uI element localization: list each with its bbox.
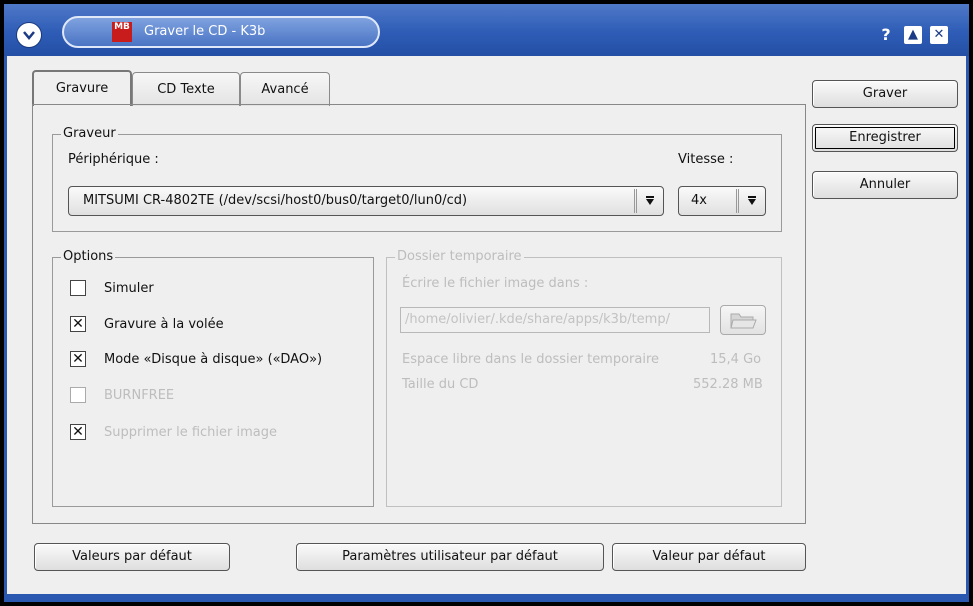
cd-size-label: Taille du CD <box>402 377 479 392</box>
temp-path-input: /home/olivier/.kde/share/apps/k3b/temp/ <box>400 307 710 333</box>
cd-size-value: 552.28 MB <box>693 377 763 392</box>
device-select[interactable]: MITSUMI CR-4802TE (/dev/scsi/host0/bus0/… <box>68 186 664 216</box>
window-menu-button[interactable] <box>16 22 42 48</box>
save-button[interactable]: Enregistrer <box>812 124 958 152</box>
shade-icon[interactable]: ▲ <box>904 26 922 44</box>
defaults-button[interactable]: Valeurs par défaut <box>34 543 230 571</box>
device-select-value: MITSUMI CR-4802TE (/dev/scsi/host0/bus0/… <box>83 193 468 208</box>
title-bar[interactable]: MB Graver le CD - K3b ? ▲ ✕ <box>4 4 969 56</box>
window-title-tab: MB Graver le CD - K3b <box>62 16 380 48</box>
free-space-label: Espace libre dans le dossier temporaire <box>402 352 660 367</box>
chevron-down-icon <box>23 31 35 40</box>
graveur-group-title: Graveur <box>61 126 118 141</box>
device-label: Périphérique : <box>68 152 159 167</box>
folder-open-icon <box>730 313 757 329</box>
speed-label: Vitesse : <box>678 152 734 167</box>
window-bottom-border <box>4 594 969 602</box>
window-title: Graver le CD - K3b <box>144 24 266 39</box>
tab-cd-texte[interactable]: CD Texte <box>132 72 240 106</box>
close-icon[interactable]: ✕ <box>930 26 948 44</box>
dropdown-arrow-icon <box>634 189 663 213</box>
graveur-group: Graveur <box>52 126 782 232</box>
temp-folder-group-title: Dossier temporaire <box>395 249 524 264</box>
burn-button[interactable]: Graver <box>812 80 958 108</box>
burnfree-label: BURNFREE <box>104 388 175 403</box>
speed-select[interactable]: 4x <box>678 186 766 216</box>
speed-select-value: 4x <box>691 193 707 208</box>
dropdown-arrow-icon <box>736 189 765 213</box>
user-defaults-button[interactable]: Paramètres utilisateur par défaut <box>296 543 604 571</box>
help-icon[interactable]: ? <box>877 26 895 44</box>
k3b-app-icon: MB <box>112 22 132 42</box>
options-group: Options <box>52 249 374 507</box>
tab-avance[interactable]: Avancé <box>240 72 330 106</box>
delete-image-checkbox: ✕ <box>70 424 86 440</box>
cancel-button[interactable]: Annuler <box>812 171 958 199</box>
burnfree-checkbox <box>70 387 86 403</box>
tab-gravure[interactable]: Gravure <box>32 70 132 106</box>
default-value-button[interactable]: Valeur par défaut <box>612 543 806 571</box>
dao-label[interactable]: Mode «Disque à disque» («DAO») <box>104 352 322 367</box>
simuler-label[interactable]: Simuler <box>104 281 154 296</box>
browse-folder-button <box>720 305 766 335</box>
free-space-value: 15,4 Go <box>710 352 762 367</box>
write-image-label: Écrire le fichier image dans : <box>402 276 589 291</box>
gravure-volee-checkbox[interactable]: ✕ <box>70 316 86 332</box>
gravure-volee-label[interactable]: Gravure à la volée <box>104 317 224 332</box>
simuler-checkbox[interactable] <box>70 280 86 296</box>
delete-image-label: Supprimer le fichier image <box>104 425 277 440</box>
dao-checkbox[interactable]: ✕ <box>70 351 86 367</box>
options-group-title: Options <box>61 249 116 264</box>
